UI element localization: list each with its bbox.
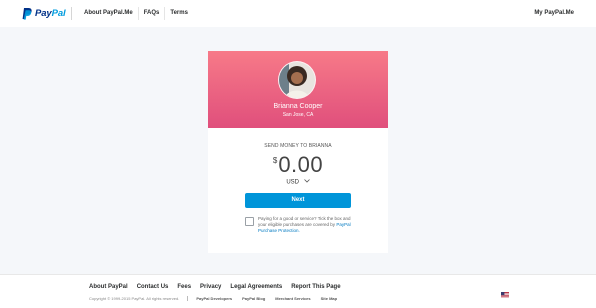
footer-links: About PayPal Contact Us Fees Privacy Leg…: [89, 284, 350, 290]
paypal-logo[interactable]: PayPal: [22, 7, 66, 20]
footer-privacy-link[interactable]: Privacy: [200, 284, 221, 290]
profile-header: Brianna Cooper San Jose, CA: [208, 51, 388, 128]
blog-link[interactable]: PayPal Blog: [242, 296, 265, 301]
site-map-link[interactable]: Site Map: [321, 296, 337, 301]
nav-about-link[interactable]: About PayPal.Me: [79, 7, 139, 20]
nav-terms-link[interactable]: Terms: [165, 0, 194, 27]
wordmark-pal: Pal: [51, 8, 66, 19]
purchase-protection-text: Paying for a good or service? Tick the b…: [258, 216, 358, 234]
header-nav: About PayPal.Me FAQs Terms: [71, 0, 194, 27]
profile-location: San Jose, CA: [282, 112, 314, 118]
currency-symbol: $: [272, 156, 278, 165]
legal-divider: [187, 296, 189, 301]
user-avatar-icon: [279, 62, 315, 98]
purchase-protection-checkbox[interactable]: [245, 217, 254, 226]
footer-legal-link[interactable]: Legal Agreements: [230, 284, 282, 290]
send-money-label: SEND MONEY TO BRIANNA: [264, 143, 332, 149]
footer-contact-link[interactable]: Contact Us: [137, 284, 169, 290]
payment-card: Brianna Cooper San Jose, CA SEND MONEY T…: [208, 51, 388, 253]
copyright-text: Copyright © 1999-2015 PayPal. All rights…: [89, 296, 180, 301]
amount-input[interactable]: $0.00: [208, 152, 388, 178]
footer-legal: Copyright © 1999-2015 PayPal. All rights…: [89, 296, 347, 301]
next-button[interactable]: Next: [245, 193, 351, 208]
us-flag-icon[interactable]: [501, 285, 509, 298]
paypal-wordmark: PayPal: [35, 8, 66, 19]
footer-about-link[interactable]: About PayPal: [89, 284, 128, 290]
amount-value[interactable]: 0.00: [278, 152, 323, 177]
nav-divider: [71, 7, 72, 20]
currency-value: USD: [286, 179, 299, 186]
paypal-p-icon: [22, 7, 32, 20]
wordmark-pay: Pay: [35, 8, 52, 19]
profile-name: Brianna Cooper: [273, 103, 323, 110]
page-footer: About PayPal Contact Us Fees Privacy Leg…: [0, 274, 596, 308]
currency-dropdown[interactable]: USD: [208, 179, 388, 186]
chevron-down-icon: [303, 179, 310, 185]
nav-faqs-link[interactable]: FAQs: [139, 7, 166, 20]
developers-link[interactable]: PayPal Developers: [196, 296, 232, 301]
top-header: PayPal About PayPal.Me FAQs Terms My Pay…: [0, 0, 596, 27]
merchant-services-link[interactable]: Merchant Services: [275, 296, 310, 301]
footer-report-link[interactable]: Report This Page: [291, 284, 340, 290]
footer-fees-link[interactable]: Fees: [177, 284, 191, 290]
my-paypalme-link[interactable]: My PayPal.Me: [534, 0, 574, 27]
